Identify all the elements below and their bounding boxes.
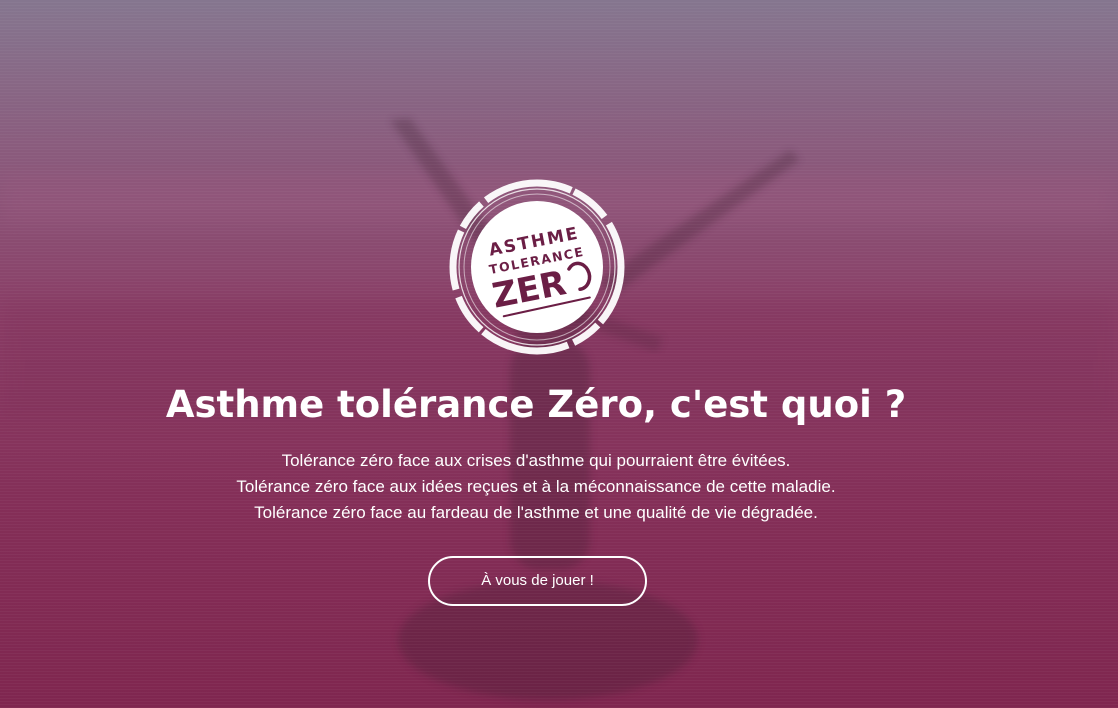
page-title: Asthme tolérance Zéro, c'est quoi ? [165,383,907,426]
cta-button[interactable]: À vous de jouer ! [428,556,647,606]
intro-line: Tolérance zéro face aux crises d'asthme … [281,451,791,470]
intro-text: Tolérance zéro face aux crises d'asthme … [0,448,1072,526]
hero-section: ASTHME TOLERANCE ZER Asthme tolérance Zé… [0,0,1118,708]
intro-line: Tolérance zéro face aux idées reçues et … [236,477,836,496]
intro-line: Tolérance zéro face au fardeau de l'asth… [254,503,818,522]
asthme-tolerance-zero-logo: ASTHME TOLERANCE ZER [449,179,625,355]
